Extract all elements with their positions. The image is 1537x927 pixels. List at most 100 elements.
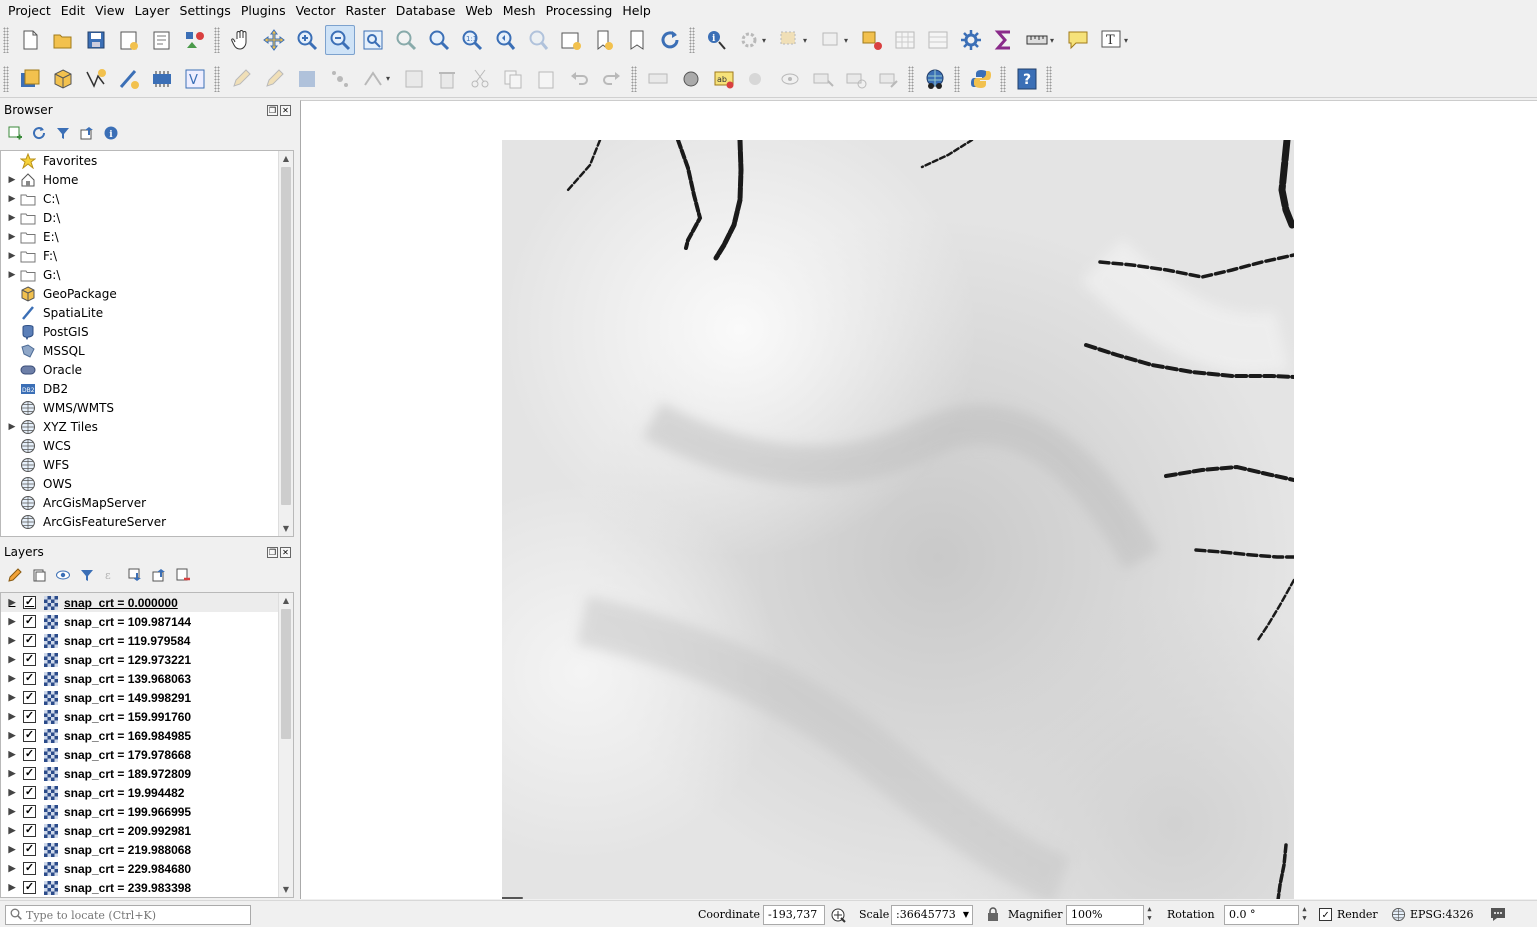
zoom-next-icon[interactable]: [523, 25, 553, 55]
save-project-icon[interactable]: [81, 25, 111, 55]
layer-row[interactable]: ▶ ✓ snap_crt = 119.979584: [1, 631, 293, 650]
new-temporary-layer-icon[interactable]: [147, 64, 177, 94]
close-panel-icon[interactable]: ✕: [280, 546, 291, 558]
browser-item-arcgisfeatureserver[interactable]: ArcGisFeatureServer: [1, 512, 293, 531]
cut-features-icon[interactable]: [465, 64, 495, 94]
locator-input[interactable]: [26, 908, 246, 922]
new-map-view-icon[interactable]: [556, 25, 586, 55]
new-print-layout-icon[interactable]: [114, 25, 144, 55]
layer-visibility-checkbox[interactable]: ✓: [23, 805, 36, 818]
toolbox-icon[interactable]: [956, 25, 986, 55]
expand-arrow-icon[interactable]: ▶: [5, 673, 19, 684]
expand-arrow-icon[interactable]: ▶: [5, 806, 19, 817]
chevron-down-icon[interactable]: ▼: [963, 906, 969, 924]
layer-row[interactable]: ▶ ✓ snap_crt = 0.000000: [1, 593, 293, 612]
render-checkbox[interactable]: ✓: [1319, 908, 1332, 921]
text-annotation-icon[interactable]: T: [1096, 25, 1126, 55]
menu-view[interactable]: View: [90, 0, 130, 21]
expand-arrow-icon[interactable]: ▶: [5, 270, 19, 280]
menu-plugins[interactable]: Plugins: [236, 0, 291, 21]
layer-visibility-checkbox[interactable]: ✓: [23, 653, 36, 666]
refresh-browser-icon[interactable]: [28, 122, 50, 144]
field-calculator-icon[interactable]: [923, 25, 953, 55]
expand-arrow-icon[interactable]: ▶: [5, 232, 19, 242]
scroll-down-icon[interactable]: ▼: [279, 521, 293, 536]
manage-map-themes-icon[interactable]: [52, 564, 74, 586]
browser-item-ows[interactable]: OWS: [1, 474, 293, 493]
zoom-full-icon[interactable]: [358, 25, 388, 55]
scale-combobox[interactable]: :36645773 ▼: [891, 905, 973, 925]
layer-row[interactable]: ▶ ✓ snap_crt = 139.968063: [1, 669, 293, 688]
magnifier-field[interactable]: 100%: [1066, 905, 1144, 925]
crs-label[interactable]: EPSG:4326: [1410, 908, 1473, 921]
data-source-manager-icon[interactable]: [15, 64, 45, 94]
save-layer-edits-icon[interactable]: [292, 64, 322, 94]
pin-labels-icon[interactable]: [676, 64, 706, 94]
browser-item-d[interactable]: ▶ D:\: [1, 208, 293, 227]
browser-item-arcgismapserver[interactable]: ArcGisMapServer: [1, 493, 293, 512]
browser-item-db2[interactable]: DB2 DB2: [1, 379, 293, 398]
layer-visibility-checkbox[interactable]: ✓: [23, 729, 36, 742]
expand-all-icon[interactable]: [124, 564, 146, 586]
expand-arrow-icon[interactable]: ▶: [5, 616, 19, 627]
browser-item-g[interactable]: ▶ G:\: [1, 265, 293, 284]
browser-item-f[interactable]: ▶ F:\: [1, 246, 293, 265]
menu-raster[interactable]: Raster: [340, 0, 390, 21]
float-panel-icon[interactable]: ❐: [267, 104, 278, 116]
scroll-down-icon[interactable]: ▼: [279, 882, 293, 897]
filter-by-expression-icon[interactable]: ε: [100, 564, 122, 586]
layer-row[interactable]: ▶ ✓ snap_crt = 189.972809: [1, 764, 293, 783]
delete-selected-icon[interactable]: [432, 64, 462, 94]
zoom-out-icon[interactable]: [324, 25, 355, 55]
new-spatialite-layer-icon[interactable]: [114, 64, 144, 94]
expand-arrow-icon[interactable]: ▶: [5, 175, 19, 185]
quickmapservices-icon[interactable]: [920, 64, 950, 94]
expand-arrow-icon[interactable]: ▶: [5, 597, 19, 608]
layer-visibility-checkbox[interactable]: ✓: [23, 824, 36, 837]
layer-labeling-icon[interactable]: ab: [709, 64, 739, 94]
scroll-thumb[interactable]: [281, 167, 291, 505]
toggle-label-display-icon[interactable]: [775, 64, 805, 94]
expand-arrow-icon[interactable]: ▶: [5, 213, 19, 223]
toolbar-grip[interactable]: [3, 27, 9, 53]
show-bookmarks-icon[interactable]: [622, 25, 652, 55]
zoom-to-selection-icon[interactable]: [391, 25, 421, 55]
add-feature-icon[interactable]: [325, 64, 355, 94]
layer-visibility-checkbox[interactable]: ✓: [23, 596, 36, 609]
menu-layer[interactable]: Layer: [130, 0, 175, 21]
layer-visibility-checkbox[interactable]: ✓: [23, 691, 36, 704]
browser-item-geopackage[interactable]: GeoPackage: [1, 284, 293, 303]
deselect-features-icon[interactable]: [857, 25, 887, 55]
browser-item-spatialite[interactable]: SpatiaLite: [1, 303, 293, 322]
expand-arrow-icon[interactable]: ▶: [5, 654, 19, 665]
layer-visibility-checkbox[interactable]: ✓: [23, 862, 36, 875]
lock-scale-icon[interactable]: [987, 907, 999, 925]
new-project-icon[interactable]: [15, 25, 45, 55]
highlight-pinned-labels-icon[interactable]: [742, 64, 772, 94]
layer-row[interactable]: ▶ ✓ snap_crt = 169.984985: [1, 726, 293, 745]
magnifier-stepper[interactable]: ▲ ▼: [1143, 905, 1156, 925]
expand-arrow-icon[interactable]: ▶: [5, 825, 19, 836]
menu-project[interactable]: Project: [3, 0, 56, 21]
remove-layer-icon[interactable]: [172, 564, 194, 586]
open-project-icon[interactable]: [48, 25, 78, 55]
vertex-tool-icon[interactable]: [358, 64, 388, 94]
layer-row[interactable]: ▶ ✓ snap_crt = 19.994482: [1, 783, 293, 802]
browser-item-xyz-tiles[interactable]: ▶ XYZ Tiles: [1, 417, 293, 436]
change-label-icon[interactable]: [874, 64, 904, 94]
layer-row[interactable]: ▶ ✓ snap_crt = 229.984680: [1, 859, 293, 878]
float-panel-icon[interactable]: ❐: [267, 546, 278, 558]
browser-item-oracle[interactable]: Oracle: [1, 360, 293, 379]
layer-visibility-checkbox[interactable]: ✓: [23, 634, 36, 647]
browser-item-postgis[interactable]: PostGIS: [1, 322, 293, 341]
collapse-all-layers-icon[interactable]: [148, 564, 170, 586]
menu-help[interactable]: Help: [617, 0, 656, 21]
menu-database[interactable]: Database: [391, 0, 461, 21]
layout-manager-icon[interactable]: [147, 25, 177, 55]
layer-row[interactable]: ▶ ✓ snap_crt = 199.966995: [1, 802, 293, 821]
paste-features-icon[interactable]: [531, 64, 561, 94]
browser-scrollbar[interactable]: ▲ ▼: [278, 151, 293, 536]
layer-visibility-checkbox[interactable]: ✓: [23, 672, 36, 685]
python-console-icon[interactable]: [966, 64, 996, 94]
zoom-last-icon[interactable]: [490, 25, 520, 55]
